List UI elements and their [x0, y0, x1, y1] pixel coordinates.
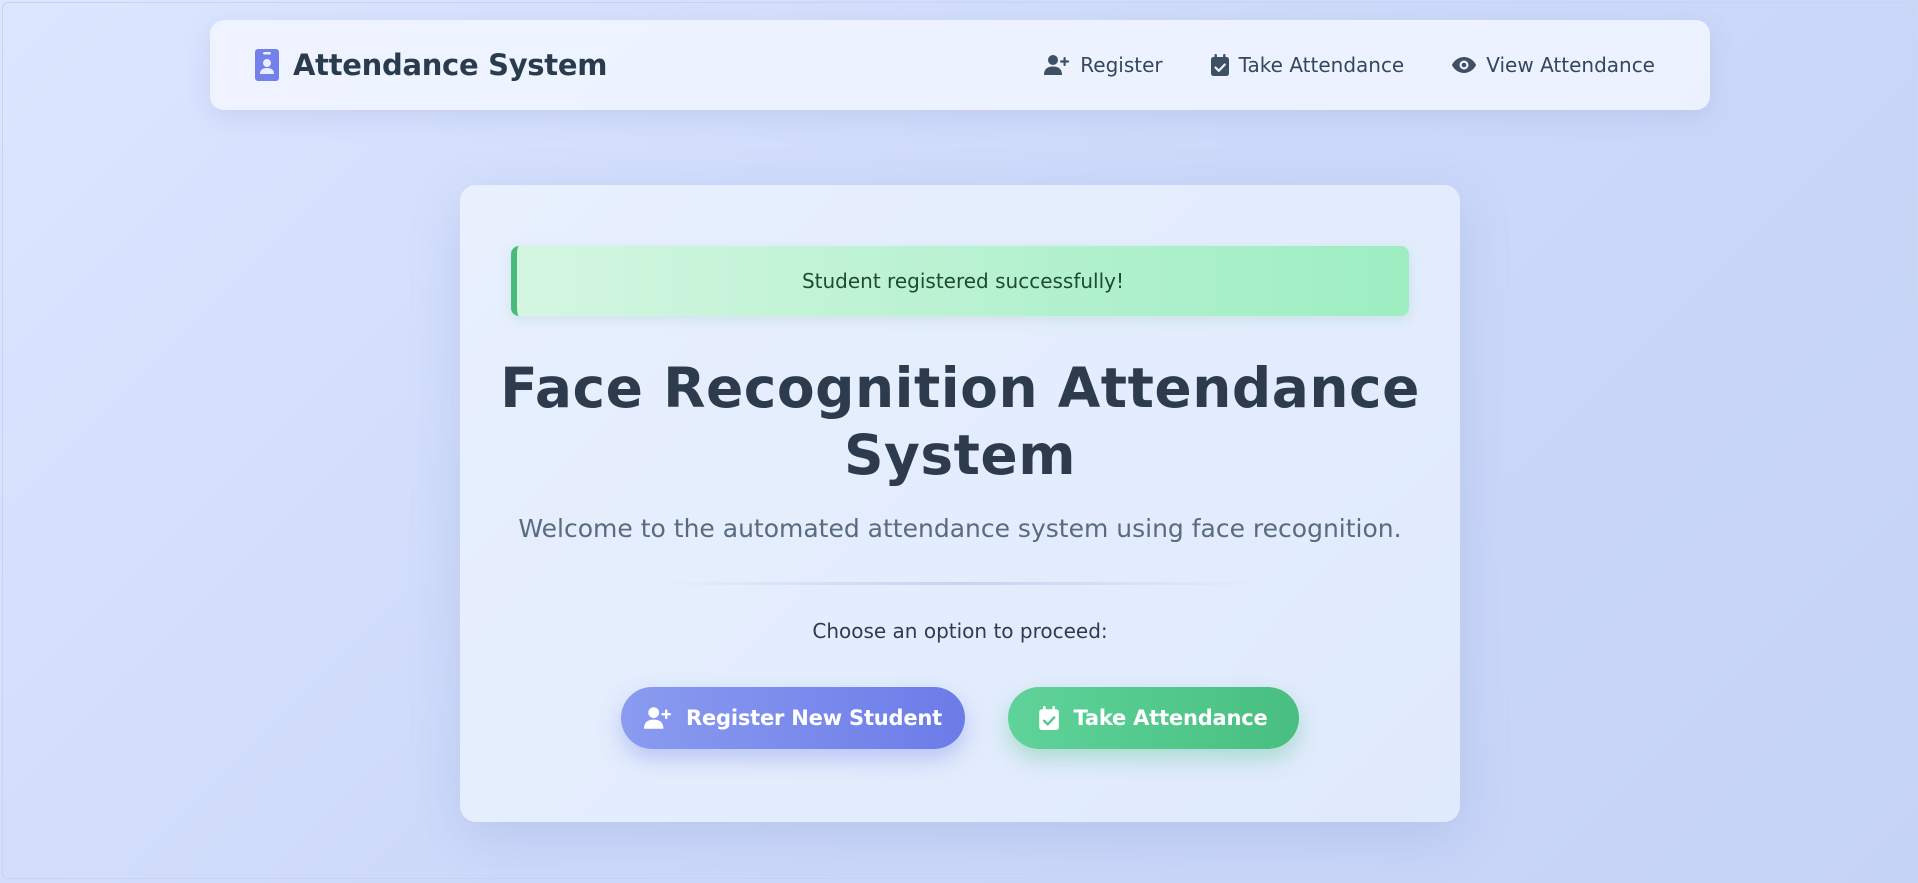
user-plus-icon — [1044, 54, 1070, 76]
brand[interactable]: Attendance System — [255, 48, 607, 82]
take-attendance-button[interactable]: Take Attendance — [1008, 687, 1299, 749]
choose-option-prompt: Choose an option to proceed: — [812, 619, 1108, 643]
register-new-student-button[interactable]: Register New Student — [621, 687, 965, 749]
id-badge-icon — [255, 49, 279, 81]
user-plus-icon — [644, 706, 672, 730]
page-subtitle: Welcome to the automated attendance syst… — [518, 514, 1402, 543]
button-label: Take Attendance — [1073, 706, 1268, 730]
button-label: Register New Student — [686, 706, 942, 730]
navbar: Attendance System Register Take Attendan… — [210, 20, 1710, 110]
nav-link-register[interactable]: Register — [1044, 53, 1163, 77]
eye-icon — [1452, 57, 1477, 73]
nav-link-label: View Attendance — [1486, 53, 1655, 77]
nav-link-label: Take Attendance — [1238, 53, 1405, 77]
divider — [660, 582, 1260, 585]
success-alert: Student registered successfully! — [511, 246, 1409, 316]
nav-link-view-attendance[interactable]: View Attendance — [1452, 53, 1655, 77]
nav-link-take-attendance[interactable]: Take Attendance — [1210, 53, 1405, 77]
calendar-check-icon — [1039, 706, 1060, 730]
nav-links: Register Take Attendance View Attendance — [1044, 53, 1655, 77]
nav-link-label: Register — [1080, 53, 1163, 77]
main-card: Student registered successfully! Face Re… — [460, 185, 1460, 822]
brand-title: Attendance System — [293, 48, 608, 82]
page-title: Face Recognition Attendance System — [500, 356, 1420, 487]
calendar-check-icon — [1210, 54, 1229, 76]
